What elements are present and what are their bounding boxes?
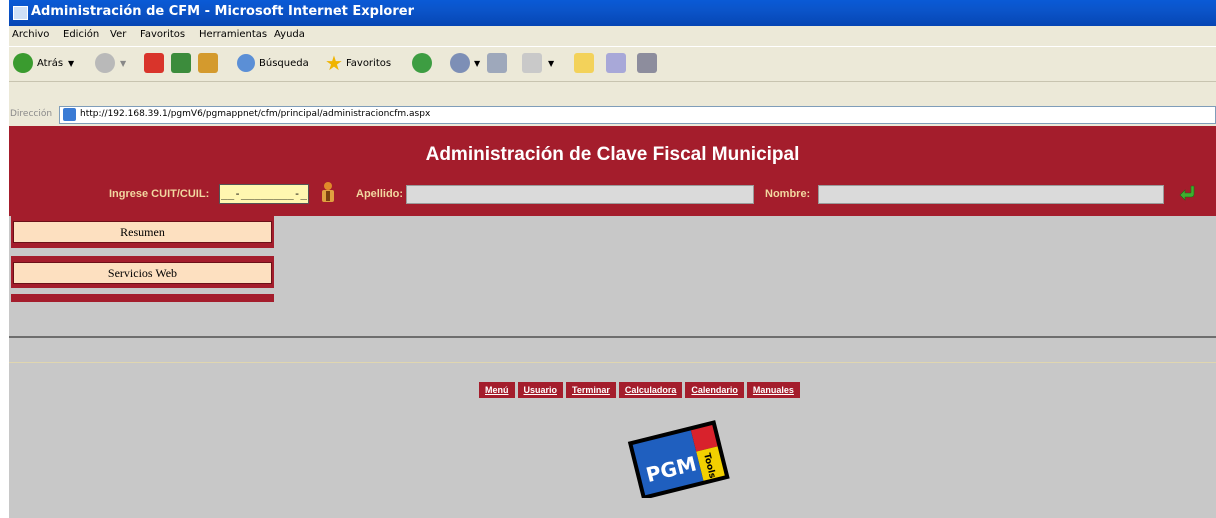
menu-archivo[interactable]: Archivo bbox=[12, 29, 49, 40]
edit-button[interactable]: ▼ bbox=[522, 47, 554, 79]
messenger-button[interactable] bbox=[606, 47, 626, 79]
apellido-field[interactable] bbox=[406, 185, 754, 204]
refresh-icon bbox=[171, 53, 191, 73]
forward-arrow-icon bbox=[95, 53, 115, 73]
chevron-down-icon: ▼ bbox=[120, 58, 127, 68]
history-button[interactable] bbox=[412, 47, 432, 79]
nav-link-calculadora[interactable]: Calculadora bbox=[618, 382, 683, 398]
back-arrow-icon bbox=[13, 53, 33, 73]
sidebar-item-resumen[interactable]: Resumen bbox=[13, 221, 272, 243]
menu-ayuda[interactable]: Ayuda bbox=[274, 29, 305, 40]
research-icon bbox=[637, 53, 657, 73]
page-icon bbox=[63, 108, 76, 121]
nombre-label: Nombre: bbox=[765, 188, 811, 200]
star-icon: ★ bbox=[325, 51, 343, 75]
menu-bar: Archivo Edición Ver Favoritos Herramient… bbox=[9, 26, 1216, 46]
home-icon bbox=[198, 53, 218, 73]
nav-link-calendario[interactable]: Calendario bbox=[685, 382, 744, 398]
title-bar: Administración de CFM - Microsoft Intern… bbox=[9, 0, 1216, 26]
toolbar: Atrás ▼ ▼ Búsqueda ★ Favoritos ▼ ▼ bbox=[9, 46, 1216, 82]
chevron-down-icon: ▼ bbox=[68, 58, 75, 68]
footer-nav: Menú Usuario Terminar Calculadora Calend… bbox=[479, 382, 800, 398]
forward-button[interactable]: ▼ bbox=[95, 47, 126, 79]
sidebar-item-servicios-web[interactable]: Servicios Web bbox=[13, 262, 272, 284]
address-label: Dirección bbox=[10, 109, 53, 119]
sidebar-band bbox=[11, 294, 274, 302]
menu-edicion[interactable]: Edición bbox=[63, 29, 99, 40]
ie-window-icon bbox=[13, 6, 28, 20]
research-button[interactable] bbox=[637, 47, 657, 79]
content-divider bbox=[9, 336, 1216, 338]
messenger-icon bbox=[606, 53, 626, 73]
back-button[interactable]: Atrás ▼ bbox=[13, 47, 74, 79]
apellido-label: Apellido: bbox=[356, 188, 404, 200]
menu-ver[interactable]: Ver bbox=[110, 29, 126, 40]
mail-button[interactable]: ▼ bbox=[450, 47, 480, 79]
search-label: Búsqueda bbox=[259, 57, 309, 69]
chevron-down-icon: ▼ bbox=[548, 58, 555, 68]
window-title: Administración de CFM - Microsoft Intern… bbox=[31, 4, 414, 19]
notes-icon bbox=[574, 53, 594, 73]
address-url: http://192.168.39.1/pgmV6/pgmappnet/cfm/… bbox=[80, 109, 431, 119]
nav-link-terminar[interactable]: Terminar bbox=[566, 382, 616, 398]
pgm-tools-logo: PGM Tools bbox=[627, 420, 730, 498]
refresh-button[interactable] bbox=[171, 47, 191, 79]
page-title: Administración de Clave Fiscal Municipal bbox=[425, 144, 800, 165]
discuss-button[interactable] bbox=[574, 47, 594, 79]
mail-icon bbox=[450, 53, 470, 73]
history-icon bbox=[412, 53, 432, 73]
favorites-label: Favoritos bbox=[345, 57, 392, 69]
footer-divider bbox=[9, 362, 1216, 363]
favorites-button[interactable]: ★ Favoritos bbox=[325, 47, 391, 79]
print-icon bbox=[487, 53, 507, 73]
nav-link-manuales[interactable]: Manuales bbox=[746, 382, 800, 398]
cuit-label: Ingrese CUIT/CUIL: bbox=[109, 188, 210, 200]
user-search-icon[interactable] bbox=[320, 181, 336, 203]
nombre-field[interactable] bbox=[818, 185, 1164, 204]
search-icon bbox=[237, 54, 255, 72]
back-label: Atrás bbox=[37, 57, 64, 69]
home-button[interactable] bbox=[198, 47, 218, 79]
nav-link-menu[interactable]: Menú bbox=[479, 382, 515, 398]
print-button[interactable] bbox=[487, 47, 507, 79]
address-bar: Dirección http://192.168.39.1/pgmV6/pgma… bbox=[9, 104, 1216, 126]
nav-link-usuario[interactable]: Usuario bbox=[517, 382, 564, 398]
page-content: Administración de Clave Fiscal Municipal… bbox=[9, 126, 1216, 518]
menu-herramientas[interactable]: Herramientas bbox=[199, 29, 267, 40]
search-button[interactable]: Búsqueda bbox=[237, 47, 309, 79]
menu-favoritos[interactable]: Favoritos bbox=[140, 29, 185, 40]
chevron-down-icon: ▼ bbox=[474, 58, 481, 68]
browser-window: Administración de CFM - Microsoft Intern… bbox=[9, 0, 1216, 518]
stop-icon bbox=[144, 53, 164, 73]
page-header: Administración de Clave Fiscal Municipal… bbox=[9, 126, 1216, 216]
address-input[interactable]: http://192.168.39.1/pgmV6/pgmappnet/cfm/… bbox=[59, 106, 1216, 124]
cuit-input[interactable]: __-________-_ bbox=[219, 184, 309, 204]
edit-icon bbox=[522, 53, 542, 73]
stop-button[interactable] bbox=[144, 47, 164, 79]
go-arrow-icon[interactable] bbox=[1179, 184, 1197, 202]
